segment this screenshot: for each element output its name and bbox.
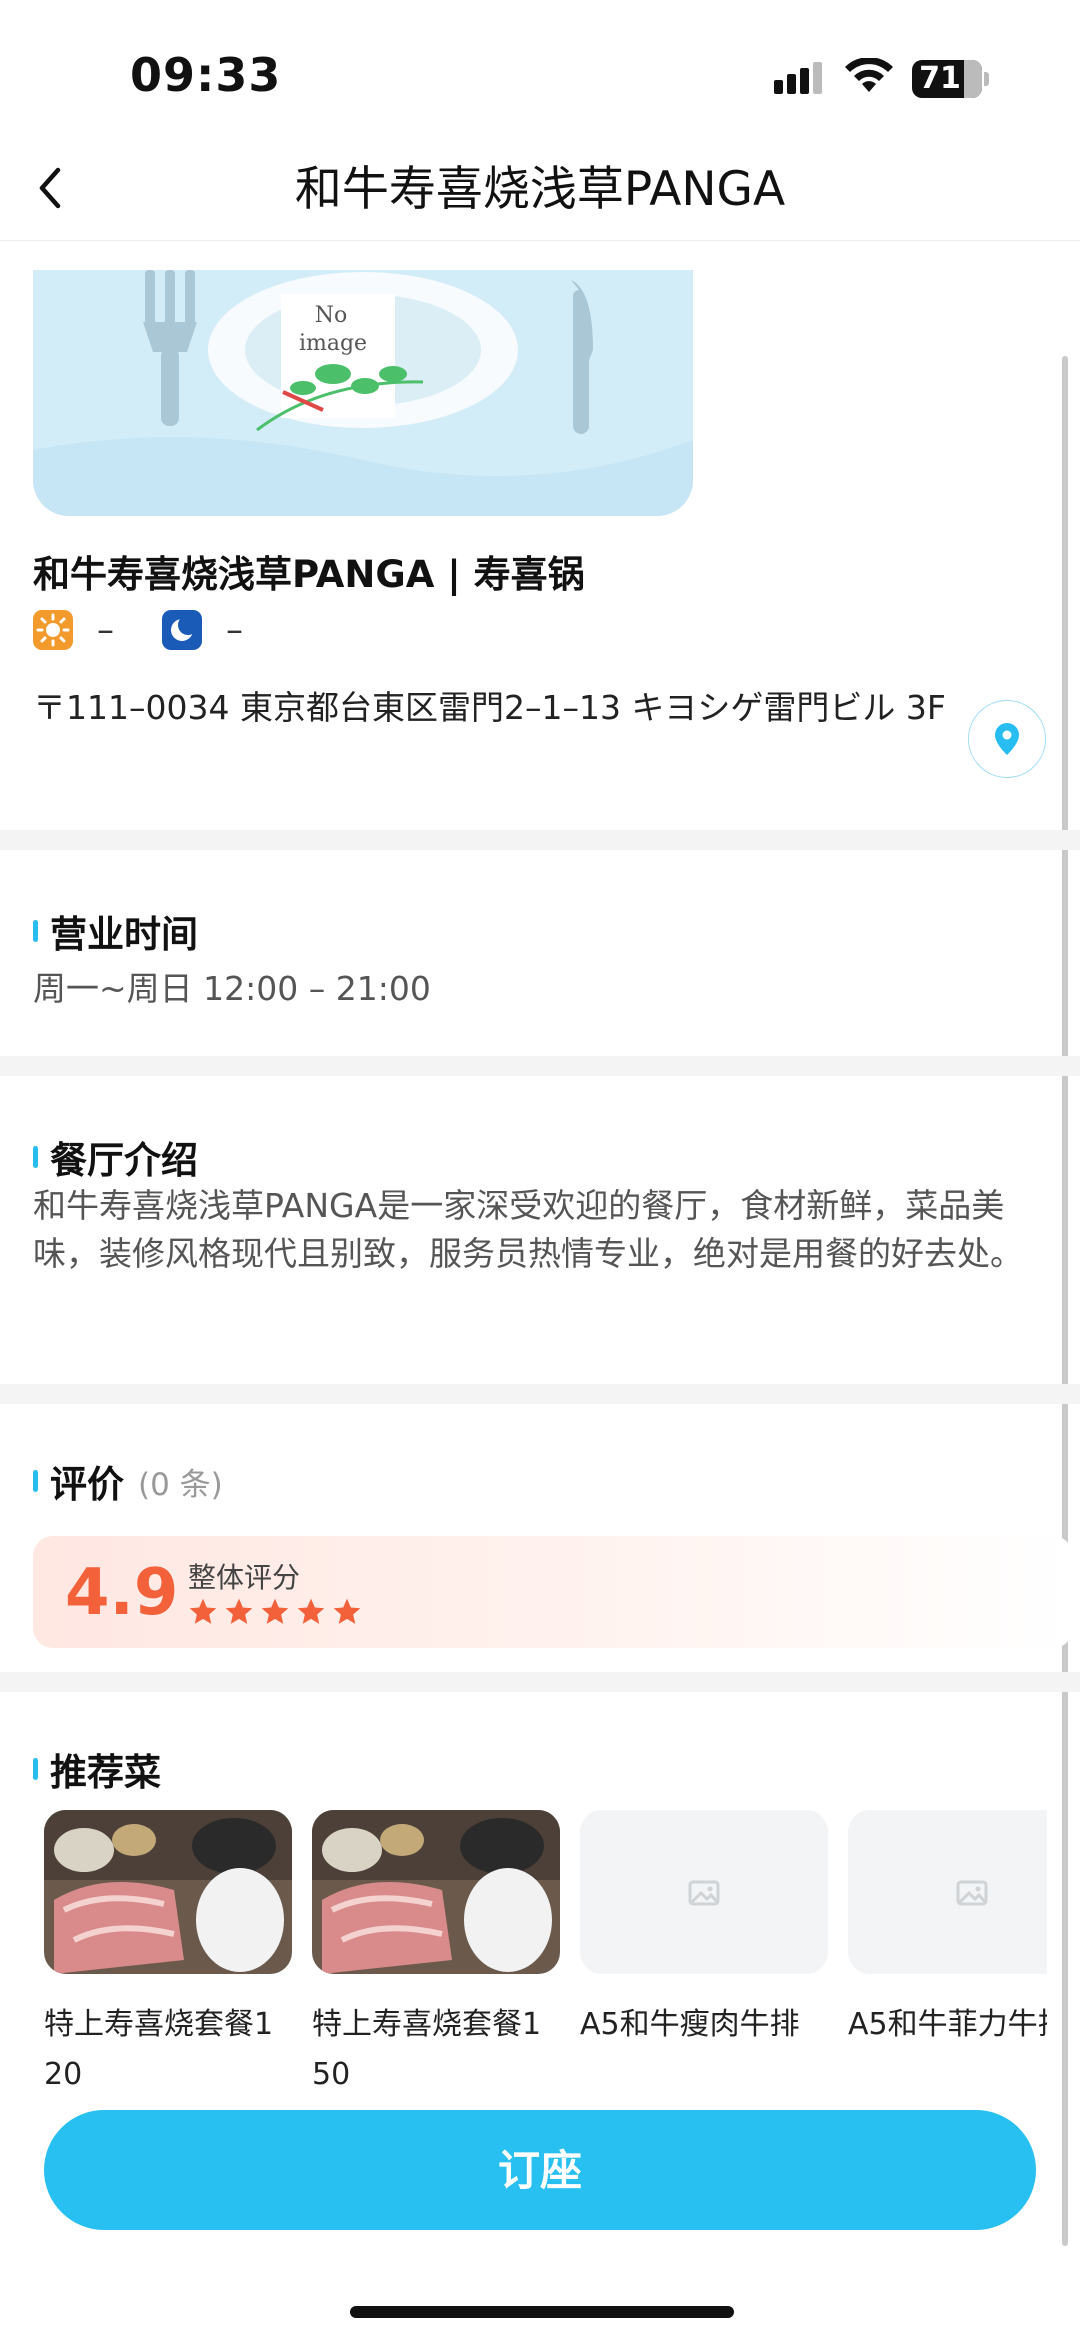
scrollbar[interactable] bbox=[1062, 356, 1068, 2246]
dish-card[interactable]: 特上寿喜烧套餐150 bbox=[312, 1810, 560, 2100]
dish-card[interactable]: A5和牛菲力牛排 bbox=[848, 1810, 1047, 2050]
dishes-section-title: 推荐菜 bbox=[33, 1742, 161, 1796]
location-pin-icon bbox=[995, 723, 1019, 755]
book-table-button[interactable]: 订座 bbox=[44, 2110, 1036, 2230]
lunch-price: – bbox=[97, 610, 114, 650]
moon-icon bbox=[162, 610, 202, 650]
star-rating bbox=[187, 1596, 363, 1628]
review-count: (0 条) bbox=[138, 1466, 223, 1503]
business-hours: 周一~周日 12:00 – 21:00 bbox=[33, 969, 431, 1008]
dish-photo-placeholder bbox=[580, 1810, 828, 1974]
section-divider bbox=[0, 1056, 1080, 1076]
restaurant-name: 和牛寿喜烧浅草PANGA | 寿喜锅 bbox=[33, 553, 585, 596]
overall-score-label: 整体评分 bbox=[188, 1561, 301, 1594]
battery-level: 71 bbox=[919, 61, 961, 96]
recommended-dishes-list[interactable]: 特上寿喜烧套餐120 特上寿喜烧套餐150 A5和牛瘦肉牛排 A5和牛菲力牛排 bbox=[44, 1810, 1047, 2100]
section-divider bbox=[0, 1672, 1080, 1692]
image-placeholder-icon bbox=[688, 1880, 720, 1906]
status-time: 09:33 bbox=[130, 48, 282, 102]
intro-section-title: 餐厅介绍 bbox=[33, 1130, 198, 1184]
reviews-section-title: 评价 (0 条) bbox=[33, 1454, 223, 1508]
section-divider bbox=[0, 1384, 1080, 1404]
star-icon bbox=[297, 1598, 325, 1624]
star-icon bbox=[333, 1598, 361, 1624]
placeholder-text: No bbox=[315, 303, 348, 328]
star-icon bbox=[189, 1598, 217, 1624]
dish-name: A5和牛菲力牛排 bbox=[848, 2007, 1047, 2042]
sun-icon bbox=[33, 610, 73, 650]
dish-card[interactable]: A5和牛瘦肉牛排 bbox=[580, 1810, 828, 2050]
dish-name: 特上寿喜烧套餐150 bbox=[312, 2007, 542, 2092]
dish-name: 特上寿喜烧套餐120 bbox=[44, 2007, 274, 2092]
dish-name: A5和牛瘦肉牛排 bbox=[580, 2007, 800, 2042]
battery-icon: 71 bbox=[912, 60, 982, 98]
dish-photo bbox=[312, 1810, 560, 1974]
page-title: 和牛寿喜烧浅草PANGA bbox=[294, 162, 786, 217]
cellular-signal-icon bbox=[774, 62, 822, 94]
dinner-price: – bbox=[226, 610, 243, 650]
status-bar: 09:33 71 bbox=[0, 0, 1080, 150]
restaurant-address: 〒111–0034 東京都台東区雷門2–1–13 キヨシゲ雷門ビル 3F bbox=[33, 688, 946, 727]
hours-section-title: 营业时间 bbox=[33, 904, 198, 958]
image-placeholder-icon bbox=[956, 1880, 988, 1906]
placeholder-text: image bbox=[299, 331, 367, 356]
rating-summary: 4.9 整体评分 bbox=[33, 1536, 1073, 1648]
dish-photo bbox=[44, 1810, 292, 1974]
price-row: – – bbox=[33, 608, 291, 652]
map-location-button[interactable] bbox=[968, 700, 1046, 778]
section-divider bbox=[0, 830, 1080, 850]
home-indicator[interactable] bbox=[350, 2306, 734, 2318]
dish-card[interactable]: 特上寿喜烧套餐120 bbox=[44, 1810, 292, 2100]
star-icon bbox=[261, 1598, 289, 1624]
restaurant-photo[interactable]: No image bbox=[33, 270, 693, 516]
star-icon bbox=[225, 1598, 253, 1624]
dish-photo-placeholder bbox=[848, 1810, 1047, 1974]
restaurant-intro: 和牛寿喜烧浅草PANGA是一家深受欢迎的餐厅，食材新鲜，菜品美味，装修风格现代且… bbox=[33, 1186, 1023, 1273]
overall-score: 4.9 bbox=[65, 1556, 179, 1630]
no-image-placeholder-icon: No image bbox=[33, 270, 693, 516]
navigation-bar: 和牛寿喜烧浅草PANGA bbox=[0, 130, 1080, 241]
wifi-icon bbox=[845, 58, 893, 92]
